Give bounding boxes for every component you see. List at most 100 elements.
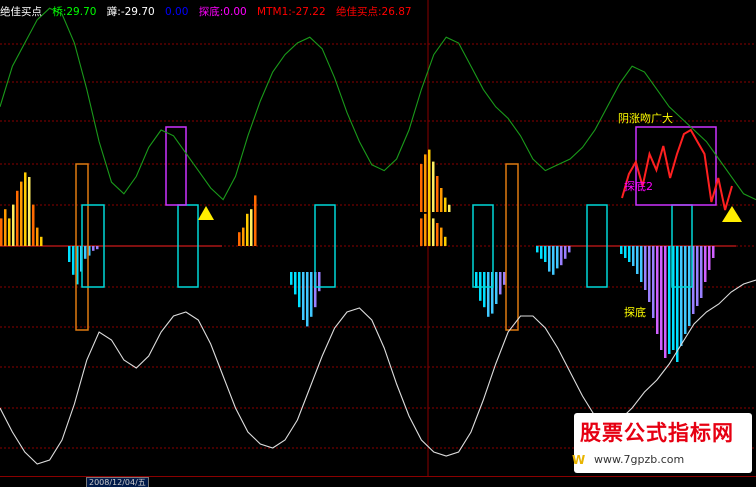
x-axis: 2008/12/04/五 [0,476,756,487]
histogram-bar [487,272,490,317]
histogram-bar [495,272,498,304]
histogram-bar [310,272,313,317]
histogram-bar [0,218,3,246]
histogram-bar [428,209,431,246]
histogram-bar [544,246,547,262]
x-axis-date-label: 2008/12/04/五 [86,477,149,487]
histogram-bar [475,272,478,288]
histogram-bar [680,246,683,346]
histogram-bar [420,164,423,212]
chart-annotation: 探底 [624,305,646,319]
histogram-bar [624,246,627,258]
watermark: 股票公式指标网 W www.7gpzb.com [572,413,752,473]
legend-item: MTM1:-27.22 [257,6,326,18]
histogram-bar [560,246,563,266]
legend-item: 绝佳买点:26.87 [335,6,412,18]
histogram-bar [444,197,447,212]
histogram-bar [16,190,19,246]
chart-annotation: 探底2 [624,179,653,193]
histogram-bar [4,209,7,246]
histogram-bar [302,272,305,320]
histogram-bar [483,272,486,308]
histogram-bar [676,246,679,362]
histogram-bar [242,227,245,246]
legend-item: 蹲:-29.70 [106,6,155,18]
histogram-bar [84,246,87,259]
histogram-bar [548,246,551,272]
histogram-bar [238,232,241,246]
histogram-bar [20,181,23,246]
histogram-bar [424,154,427,212]
histogram-bar [318,272,321,292]
histogram-bar [8,218,11,246]
green-indicator-line [0,7,756,201]
histogram-bar [536,246,539,253]
histogram-bar [306,272,309,327]
histogram-bar [12,204,15,246]
histogram-bar [628,246,631,262]
buy-triangle-marker [198,206,214,220]
legend-item: 绝佳买点 [0,6,42,18]
histogram-bar [556,246,559,269]
histogram-bar [499,272,502,295]
histogram-bar [503,272,506,285]
histogram-bar [96,246,99,250]
watermark-logo: W [572,453,586,467]
histogram-bar [688,246,691,326]
histogram-bar [652,246,655,318]
indicator-chart: 阴涨吻广大探底2 探底 绝佳买点 桥:29.70 蹲:-29.70 0.00 探底… [0,0,756,487]
histogram-bar [444,236,447,246]
histogram-bar [640,246,643,282]
legend-item: 0.00 [165,6,189,18]
histogram-bar [656,246,659,334]
histogram-bar [28,177,31,246]
histogram-bar [684,246,687,334]
legend-item: 探底:0.00 [198,6,247,18]
histogram-bar [700,246,703,298]
histogram-bar [250,209,253,246]
histogram-bar [92,246,95,251]
histogram-bar [668,246,671,354]
histogram-bar [564,246,567,259]
histogram-bar [36,227,39,246]
histogram-bar [704,246,707,282]
orange-signal-box [505,163,519,331]
histogram-bar [696,246,699,306]
histogram-bar [440,188,443,212]
histogram-bar [552,246,555,275]
histogram-bar [568,246,571,253]
histogram-bar [644,246,647,290]
histogram-bar [290,272,293,285]
histogram-bar [24,172,27,246]
histogram-bar [428,149,431,212]
legend-item: 桥:29.70 [52,6,97,18]
histogram-bar [636,246,639,274]
histogram-bar [68,246,71,262]
histogram-bar [432,161,435,212]
histogram-bar [424,213,427,246]
histogram-bar [436,223,439,246]
signal-boxes [75,126,717,331]
watermark-url: www.7gpzb.com [594,453,685,466]
indicator-lines [0,7,756,465]
histogram-bar [40,236,43,246]
histogram-bar [632,246,635,266]
watermark-title: 股票公式指标网 [580,421,734,445]
histogram-bar [708,246,711,270]
indicator-legend: 绝佳买点 桥:29.70 蹲:-29.70 0.00 探底:0.00 MTM1:… [0,4,419,20]
histogram-bar [432,218,435,246]
histogram-bar [648,246,651,302]
histogram-bar [620,246,623,254]
histogram-bar [72,246,75,275]
histogram-bar [660,246,663,350]
histogram-bar [294,272,297,295]
histogram-bar [298,272,301,308]
histogram-bar [254,195,257,246]
histogram-bar [448,204,451,212]
histogram-bar [32,204,35,246]
histogram-bar [664,246,667,358]
histogram-bar [246,213,249,246]
chart-annotation: 阴涨吻广大 [618,111,673,125]
histogram-bar [712,246,715,258]
histogram-bar [440,227,443,246]
